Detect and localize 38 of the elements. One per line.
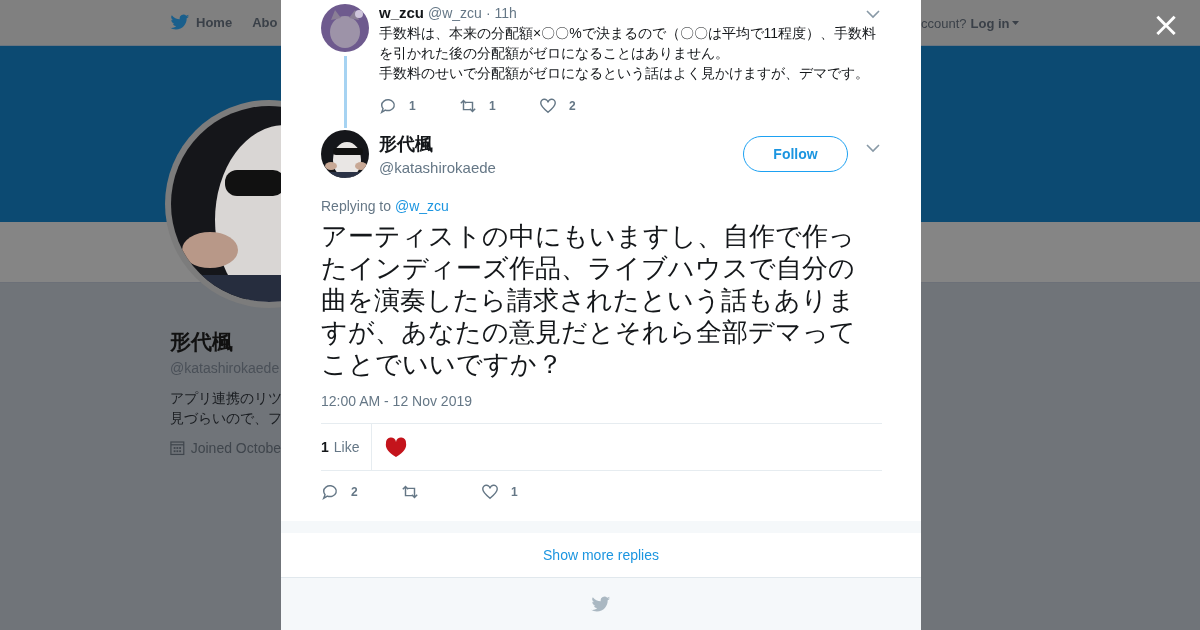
reply-count: 2	[351, 485, 358, 499]
tweet-time[interactable]: · 11h	[485, 5, 517, 21]
retweet-icon[interactable]	[401, 483, 419, 501]
bird-icon	[591, 596, 611, 613]
calendar-icon	[170, 440, 185, 456]
follow-button[interactable]: Follow	[743, 136, 848, 172]
user-handle[interactable]: @katashirokaede	[379, 159, 496, 176]
reply-count: 1	[409, 99, 416, 113]
close-button[interactable]: ×	[1150, 8, 1182, 40]
user-handle[interactable]: @w_zcu	[428, 5, 482, 21]
retweet-icon[interactable]	[459, 97, 477, 115]
like-count: 1	[511, 485, 518, 499]
tweet-text: 手数料のせいで分配額がゼロになるという話はよく見かけますが、デマです。	[379, 64, 870, 83]
tweet-text: アーティストの中にもいますし、自作で作ったインディーズ作品、ライブハウスで自分の曲を演奏したら請求されたという話もありますが、あなたの意見だとそれら全部デマってことでいいですか？	[321, 220, 857, 380]
login-link[interactable]: Log in	[970, 15, 1019, 31]
chevron-icon[interactable]	[866, 10, 880, 19]
login-prompt: ccount?	[921, 15, 967, 31]
mention-link[interactable]: @w_zcu	[394, 198, 449, 214]
like-count: 2	[569, 99, 576, 113]
replying-to: Replying to @w_zcu	[321, 198, 450, 214]
reply-icon[interactable]	[321, 483, 339, 501]
profile-bio: アプリ連携のリツ 見づらいので、フ	[170, 389, 281, 428]
nav-link[interactable]: Home	[196, 15, 233, 30]
like-stat[interactable]: 1 Like	[321, 424, 373, 470]
profile-name: 形代楓	[170, 329, 234, 355]
reply-icon[interactable]	[379, 97, 397, 115]
user-name[interactable]: w_zcu	[379, 4, 424, 21]
chevron-icon[interactable]	[866, 144, 880, 153]
like-icon[interactable]	[539, 97, 557, 115]
tweet-timestamp: 12:00 AM - 12 Nov 2019	[321, 393, 473, 409]
like-icon[interactable]	[481, 483, 499, 501]
heart-icon[interactable]	[384, 436, 409, 458]
caret-icon	[1011, 21, 1019, 25]
user-name[interactable]: 形代楓	[379, 132, 496, 156]
show-more-link[interactable]: Show more replies	[543, 547, 659, 563]
nav-link[interactable]: Abo	[252, 15, 278, 30]
retweet-count: 1	[489, 99, 496, 113]
tweet-text: 手数料は、本来の分配額×〇〇%で決まるので（〇〇は平均で11程度）、手数料を引かれた後の分配額がゼロになることはありません。	[379, 24, 878, 63]
